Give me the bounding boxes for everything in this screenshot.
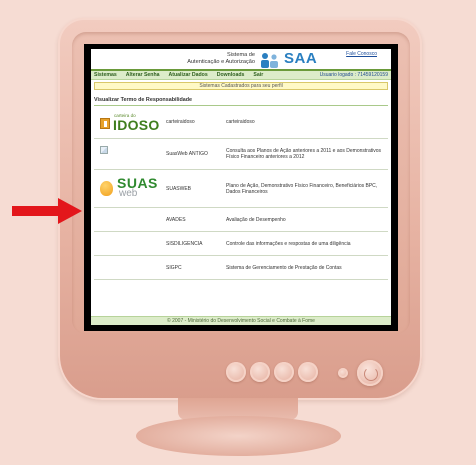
- system-row-sisdiligencia[interactable]: SISDILIGENCIA Controle das informações e…: [94, 232, 388, 256]
- system-name: SUASWEB: [166, 185, 192, 192]
- idoso-badge-icon: [100, 118, 110, 129]
- system-name: SISDILIGENCIA: [166, 240, 203, 247]
- section-title[interactable]: Visualizar Termo de Responsabilidade: [94, 97, 391, 103]
- menu-item-downloads[interactable]: Downloads: [217, 72, 245, 78]
- suasweb-logo-subtext: web: [119, 188, 138, 199]
- system-description: Controle das informações e respostas de …: [226, 240, 351, 247]
- monitor-button-1: [226, 362, 246, 382]
- system-row-suasweb-antigo[interactable]: SuasWeb ANTIGO Consulta aos Planos de Aç…: [94, 139, 388, 170]
- system-name: SIGPC: [166, 264, 182, 271]
- monitor-led: [338, 368, 348, 378]
- monitor-button-4: [298, 362, 318, 382]
- suasweb-logo[interactable]: SUAS web: [100, 175, 164, 201]
- system-description: Consulta aos Planos de Ação anteriores a…: [226, 148, 381, 160]
- red-arrow-icon: [12, 198, 82, 224]
- monitor-stand-base: [136, 416, 341, 456]
- app-logo-text: SAA: [284, 50, 318, 67]
- page-stage: Sistema de Autenticação e Autorização SA…: [0, 0, 476, 465]
- web-page: Sistema de Autenticação e Autorização SA…: [91, 49, 391, 325]
- menu-item-sistemas[interactable]: Sistemas: [94, 72, 117, 78]
- site-header: Sistema de Autenticação e Autorização SA…: [91, 49, 391, 71]
- system-logo-cell: [94, 208, 166, 231]
- top-menu: Sistemas Alterar Senha Atualizar Dados D…: [91, 71, 391, 80]
- monitor-button-3: [274, 362, 294, 382]
- system-description: Sistema de Gerenciamento de Prestação de…: [226, 264, 342, 271]
- menu-item-atualizar-dados[interactable]: Atualizar Dados: [169, 72, 208, 78]
- system-name: carteiraidoso: [166, 119, 195, 125]
- menu-item-alterar-senha[interactable]: Alterar Senha: [126, 72, 160, 78]
- saa-people-icon: [261, 53, 278, 68]
- system-description: Avaliação de Desempenho: [226, 216, 286, 223]
- system-title-line1: Sistema de: [227, 52, 255, 58]
- system-name: SuasWeb ANTIGO: [166, 151, 208, 157]
- site-footer: © 2007 - Ministério do Desenvolvimento S…: [91, 316, 391, 325]
- system-title: Sistema de Autenticação e Autorização: [187, 52, 255, 66]
- menu-item-sair[interactable]: Sair: [253, 72, 263, 78]
- monitor-screen: Sistema de Autenticação e Autorização SA…: [84, 44, 398, 331]
- system-logo-cell: [94, 232, 166, 255]
- system-name: AVADES: [166, 216, 186, 223]
- system-logo-cell: carteira do IDOSO: [94, 106, 166, 138]
- power-button-icon: [357, 360, 383, 386]
- system-row-avades[interactable]: AVADES Avaliação de Desempenho: [94, 208, 388, 232]
- system-row-suasweb[interactable]: SUAS web SUASWEB Plano de Ação, Demonstr…: [94, 170, 388, 208]
- system-row-carteiraidoso[interactable]: carteira do IDOSO carteiraidoso carteira…: [94, 106, 388, 139]
- contact-link[interactable]: Fale Conosco: [346, 51, 377, 57]
- logged-user-label: Usuario logado : 71459120159: [319, 72, 388, 78]
- suasweb-hand-icon: [100, 181, 113, 196]
- idoso-logo-text: IDOSO: [113, 117, 160, 133]
- system-title-line2: Autenticação e Autorização: [187, 59, 255, 65]
- broken-image-icon[interactable]: [100, 146, 108, 154]
- system-logo-cell: SUAS web: [94, 170, 166, 207]
- header-divider: [91, 69, 391, 71]
- system-logo-cell: [94, 139, 166, 169]
- monitor-button-2: [250, 362, 270, 382]
- system-description: Plano de Ação, Demonstrativo Físico Fina…: [226, 182, 378, 195]
- system-logo-cell: [94, 256, 166, 279]
- system-description: carteiraidoso: [226, 119, 255, 125]
- notice-banner: Sistemas Cadastrados para seu perfil: [94, 82, 388, 90]
- system-row-sigpc[interactable]: SIGPC Sistema de Gerenciamento de Presta…: [94, 256, 388, 280]
